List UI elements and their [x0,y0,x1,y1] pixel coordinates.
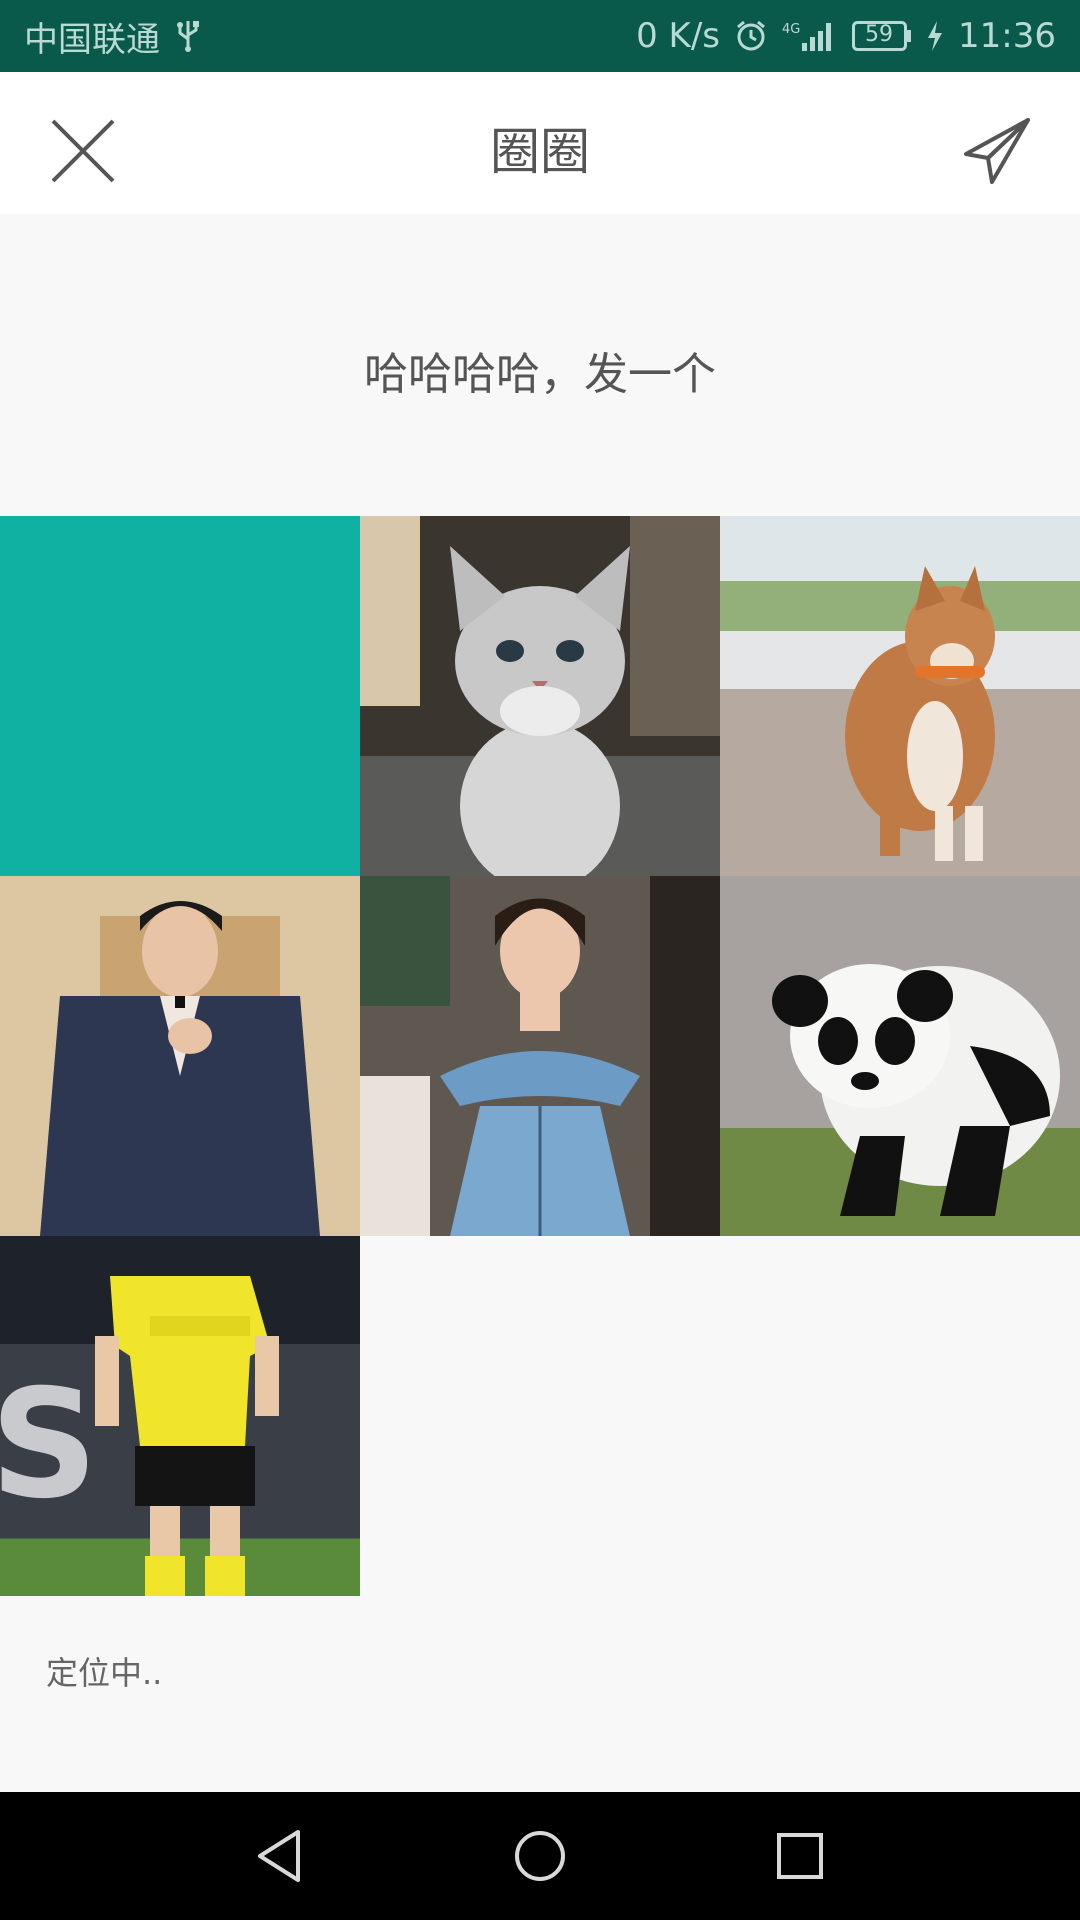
back-triangle-icon [258,1830,300,1882]
image-teal-placeholder[interactable] [0,516,360,876]
panda-illustration [772,964,1060,1216]
home-circle-icon [515,1831,565,1881]
send-button[interactable] [954,108,1040,194]
page-title: 圈圈 [490,123,590,181]
network-speed: 0 K/s [636,16,721,56]
kitten-illustration [360,516,720,876]
man-suit-illustration [0,876,360,1236]
system-nav-bar [0,1792,1080,1920]
status-left: 中国联通 [24,12,200,61]
recents-square-icon [777,1833,823,1879]
signal-4g-icon: 4G [782,19,838,53]
paper-plane-icon [964,118,1030,184]
image-panda[interactable] [720,876,1080,1236]
football-player-illustration: S [0,1276,279,1596]
carrier-name: 中国联通 [24,19,160,60]
screen: 中国联通 0 K/s 4G 59 11:36 圈圈 哈哈哈哈，发一个 S 定位中… [0,0,1080,1920]
top-app-bar: 圈圈 [0,72,1080,214]
image-man-in-suit[interactable] [0,876,360,1236]
network-type: 4G [782,22,800,37]
charging-icon [926,19,944,53]
location-label[interactable]: 定位中.. [46,1648,162,1694]
image-grid: S [0,516,1080,1596]
clock-time: 11:36 [958,16,1056,56]
woman-dress-illustration [360,876,720,1236]
status-bar: 中国联通 0 K/s 4G 59 11:36 [0,0,1080,72]
image-kitten[interactable] [360,516,720,876]
usb-icon [176,19,200,53]
image-shiba-dog[interactable] [720,516,1080,876]
status-right: 0 K/s 4G 59 11:36 [636,16,1056,56]
svg-text:S: S [0,1358,98,1532]
nav-back-button[interactable] [240,1816,320,1896]
image-woman-in-denim-dress[interactable] [360,876,720,1236]
shiba-illustration [845,566,995,861]
battery-level: 59 [865,22,894,47]
image-football-player[interactable]: S [0,1236,360,1596]
alarm-icon [734,19,768,53]
post-text: 哈哈哈哈，发一个 [364,349,716,400]
nav-recents-button[interactable] [760,1816,840,1896]
nav-home-button[interactable] [500,1816,580,1896]
battery-icon: 59 [852,21,912,51]
